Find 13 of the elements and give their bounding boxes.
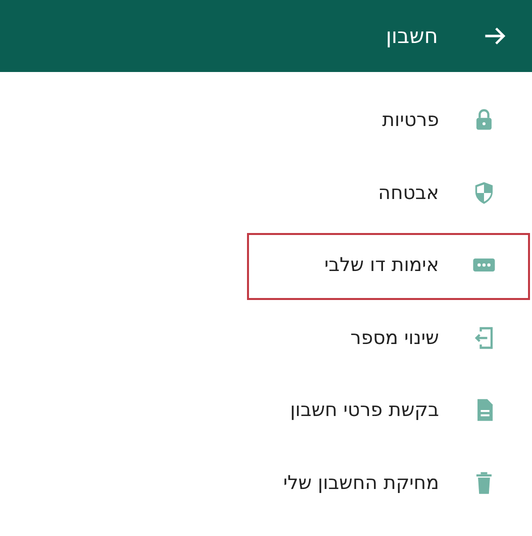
menu-item[interactable]: אימות דו שלבי: [0, 229, 532, 302]
menu-item-label: מחיקת החשבון שלי: [283, 472, 439, 494]
menu-item-label: שינוי מספר: [350, 326, 439, 349]
menu-item[interactable]: מחיקת החשבון שלי: [0, 446, 532, 519]
screen-title: חשבון: [386, 24, 438, 48]
menu-item-label: אבטחה: [378, 182, 439, 204]
menu-item[interactable]: פרטיות: [0, 84, 532, 156]
menu-item[interactable]: אבטחה: [0, 156, 532, 229]
menu-item[interactable]: שינוי מספר: [0, 302, 532, 374]
menu-item[interactable]: בקשת פרטי חשבון: [0, 374, 532, 446]
menu-item-label: בקשת פרטי חשבון: [290, 399, 439, 422]
menu-item-label: פרטיות: [382, 109, 439, 132]
menu-item-label: אימות דו שלבי: [324, 254, 439, 276]
